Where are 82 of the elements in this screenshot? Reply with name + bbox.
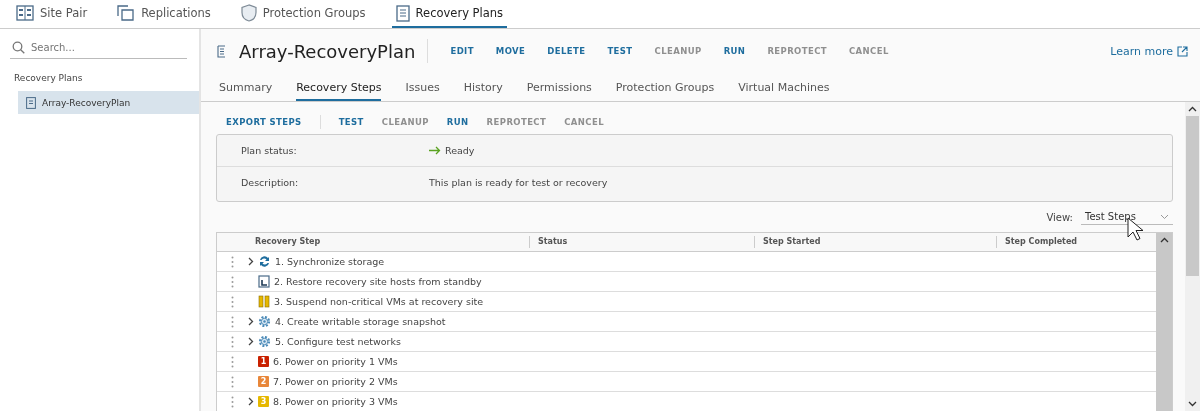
table-row[interactable]: 2. Restore recovery site hosts from standby	[217, 272, 1156, 292]
view-label: View:	[1046, 211, 1073, 223]
column-header: Step Started	[755, 236, 997, 248]
action-button[interactable]: DELETE	[541, 46, 592, 56]
priority-badge: 1	[258, 356, 269, 367]
learn-more-link[interactable]: Learn more	[1110, 44, 1188, 58]
tab[interactable]: Permissions	[526, 75, 592, 101]
gear-icon	[258, 335, 271, 348]
step-name: 6. Power on priority 1 VMs	[273, 356, 398, 367]
chevron-down-icon	[1160, 213, 1169, 220]
sync-icon	[258, 255, 271, 268]
column-header: Recovery Step	[217, 236, 530, 248]
row-menu-icon[interactable]	[231, 255, 234, 268]
nav-tab[interactable]: Protection Groups	[236, 0, 370, 28]
row-menu-icon[interactable]	[231, 295, 234, 308]
scrollbar[interactable]	[1156, 233, 1172, 411]
status-text: Ready	[445, 145, 475, 156]
scroll-down-icon[interactable]	[1188, 401, 1197, 407]
gear-icon	[258, 315, 271, 328]
table-row[interactable]: 3. Suspend non-critical VMs at recovery site	[217, 292, 1156, 312]
action-button[interactable]: RUN	[717, 46, 752, 56]
table-row[interactable]: 4. Create writable storage snapshot	[217, 312, 1156, 332]
tab[interactable]: Virtual Machines	[738, 75, 830, 101]
sidebar-heading: Recovery Plans	[14, 73, 84, 83]
description-text: This plan is ready for test or recovery	[429, 177, 608, 188]
chevron-right-icon[interactable]	[248, 337, 254, 346]
arrow-right-icon	[429, 146, 441, 155]
tab[interactable]: Issues	[405, 75, 440, 101]
chevron-right-icon[interactable]	[248, 397, 254, 406]
tab[interactable]: History	[463, 75, 503, 101]
action-button[interactable]: MOVE	[489, 46, 532, 56]
field-label: Plan status:	[240, 145, 298, 156]
step-name: 7. Power on priority 2 VMs	[273, 376, 398, 387]
external-link-icon	[1177, 45, 1188, 57]
pause-icon	[258, 295, 270, 308]
document-icon	[217, 44, 227, 58]
field-label: Description:	[240, 177, 300, 188]
scrollbar-thumb[interactable]	[1186, 116, 1199, 276]
action-button[interactable]: TEST	[601, 46, 639, 56]
nav-tab[interactable]: Replications	[113, 0, 215, 28]
nav-tab[interactable]: Site Pair	[12, 0, 92, 28]
action-button[interactable]: RUN	[440, 117, 475, 127]
scroll-up-icon[interactable]	[1188, 106, 1197, 112]
table-row[interactable]: 5. Configure test networks	[217, 332, 1156, 352]
row-menu-icon[interactable]	[231, 335, 234, 348]
host-icon	[258, 275, 270, 288]
step-name: 8. Power on priority 3 VMs	[273, 396, 398, 407]
action-button[interactable]: TEST	[332, 117, 370, 127]
row-menu-icon[interactable]	[231, 375, 234, 388]
table-row[interactable]: 2 7. Power on priority 2 VMs	[217, 372, 1156, 392]
step-name: 5. Configure test networks	[275, 336, 401, 347]
document-icon	[26, 96, 36, 109]
tab[interactable]: Summary	[219, 75, 273, 101]
chevron-right-icon[interactable]	[248, 317, 254, 326]
row-menu-icon[interactable]	[231, 395, 234, 408]
scroll-up-icon[interactable]	[1159, 237, 1169, 243]
export-steps-button[interactable]: EXPORT STEPS	[220, 117, 308, 127]
tab[interactable]: Recovery Steps	[296, 75, 382, 101]
search-field[interactable]: Search...	[31, 42, 181, 53]
column-header: Status	[530, 236, 755, 248]
document-icon	[395, 4, 410, 22]
copy-icon	[117, 5, 136, 21]
row-menu-icon[interactable]	[231, 355, 234, 368]
grid-icon	[16, 5, 34, 21]
sidebar-item[interactable]: Array-RecoveryPlan	[18, 91, 199, 114]
shield-icon	[240, 4, 257, 22]
priority-badge: 2	[258, 376, 269, 387]
table-row[interactable]: 1. Synchronize storage	[217, 252, 1156, 272]
step-name: 3. Suspend non-critical VMs at recovery site	[274, 296, 484, 307]
step-name: 1. Synchronize storage	[275, 256, 385, 267]
plan-title: Array-RecoveryPlan	[239, 40, 416, 62]
search-icon	[12, 41, 25, 54]
step-name: 2. Restore recovery site hosts from standby	[274, 276, 482, 287]
row-menu-icon[interactable]	[231, 315, 234, 328]
action-button[interactable]: EDIT	[444, 46, 480, 56]
tab[interactable]: Protection Groups	[615, 75, 715, 101]
column-header: Step Completed	[1004, 236, 1079, 248]
table-row[interactable]: 1 6. Power on priority 1 VMs	[217, 352, 1156, 372]
row-menu-icon[interactable]	[231, 275, 234, 288]
priority-badge: 3	[258, 396, 269, 407]
chevron-right-icon[interactable]	[248, 257, 254, 266]
step-name: 4. Create writable storage snapshot	[275, 316, 446, 327]
